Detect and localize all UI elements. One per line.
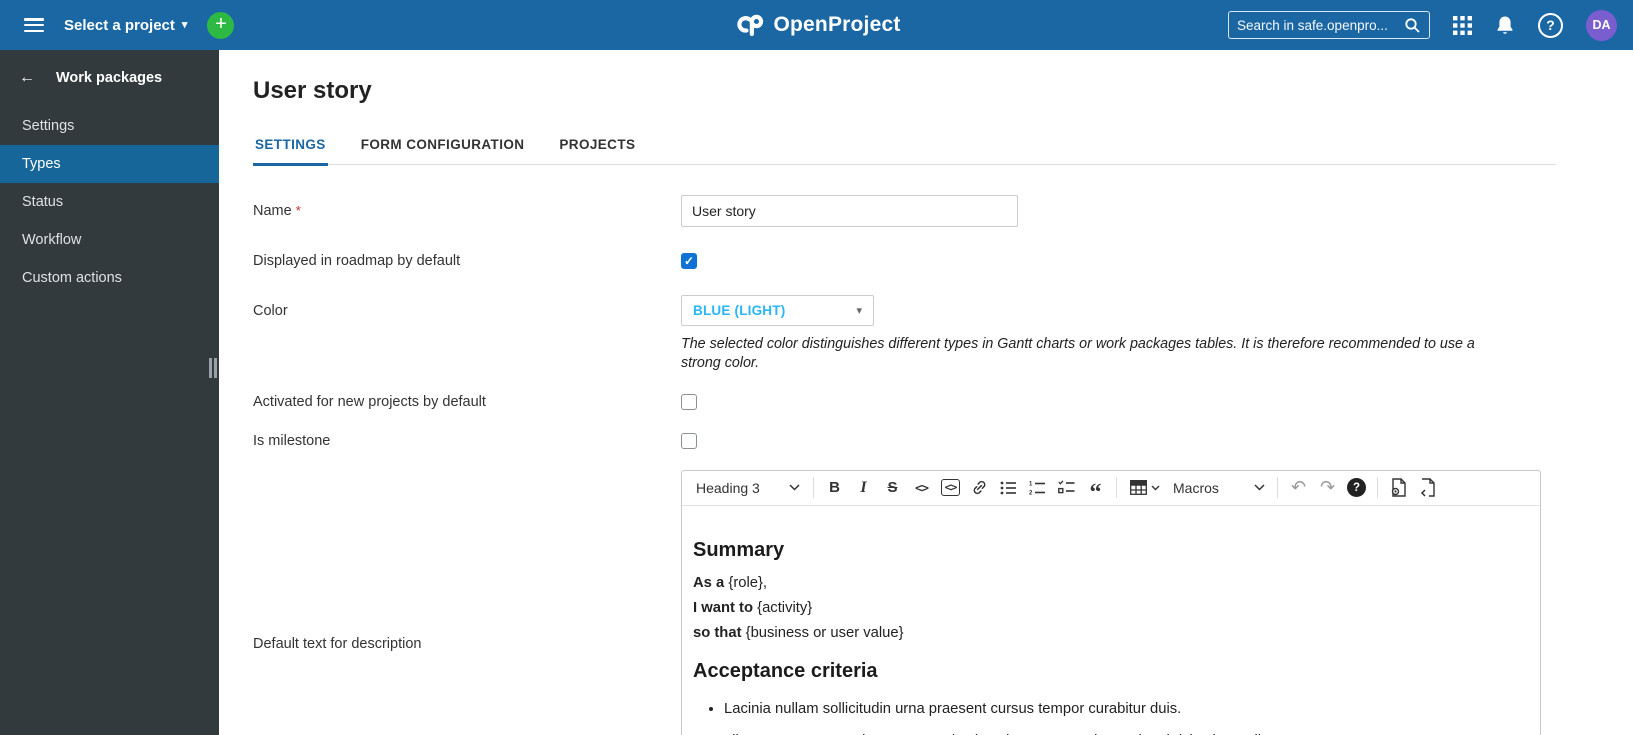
back-arrow-icon[interactable]: ← (19, 69, 35, 87)
list-item: Lacinia nullam sollicitudin urna praesen… (724, 699, 1529, 719)
editor-help-button[interactable]: ? (1342, 474, 1371, 502)
editor-heading-summary: Summary (693, 538, 785, 561)
color-help-text: The selected color distinguishes differe… (681, 336, 1475, 372)
search-icon[interactable] (1404, 17, 1421, 34)
global-search[interactable] (1228, 11, 1430, 39)
story-line: so that {business or user value} (693, 624, 904, 641)
insert-table-button[interactable] (1123, 474, 1167, 502)
logo[interactable]: OpenProject (732, 13, 900, 37)
hamburger-menu-icon[interactable] (24, 18, 44, 32)
color-label: Color (253, 303, 288, 319)
sidebar-title: Work packages (56, 70, 163, 86)
bold-button[interactable]: B (820, 474, 849, 502)
color-select[interactable]: BLUE (LIGHT) ▾ (681, 295, 874, 326)
name-label: Name * (253, 203, 301, 219)
sidebar-item-label: Custom actions (22, 270, 122, 286)
chevron-down-icon (789, 484, 800, 491)
user-avatar[interactable]: DA (1586, 9, 1617, 41)
link-button[interactable] (965, 474, 994, 502)
description-label: Default text for description (253, 635, 422, 652)
list-item: Libero maecenas orci arcu non molestie v… (724, 731, 1529, 735)
sidebar-item-label: Workflow (22, 232, 82, 248)
caret-down-icon: ▾ (856, 305, 862, 317)
caret-down-icon: ▾ (181, 18, 188, 31)
sidebar-item-workflow[interactable]: Workflow (0, 221, 219, 259)
italic-button[interactable]: I (849, 474, 878, 502)
openproject-logo-icon (732, 13, 764, 37)
code-block-button[interactable]: <> (936, 474, 965, 502)
rich-text-editor: Heading 3 B I S <> <> 1 2 “ Macros ↶ ↷ ?… (681, 469, 1541, 735)
tab-form-configuration[interactable]: FORM CONFIGURATION (359, 126, 527, 166)
bulleted-list-button[interactable] (994, 474, 1023, 502)
logo-text: OpenProject (773, 13, 901, 36)
sidebar-item-label: Settings (22, 118, 75, 134)
milestone-label: Is milestone (253, 432, 331, 449)
admin-sidebar: ← Work packages Settings Types Status Wo… (0, 50, 219, 735)
sidebar-item-settings[interactable]: Settings (0, 107, 219, 145)
sidebar-resize-handle[interactable] (209, 358, 217, 378)
story-line: I want to {activity} (693, 599, 813, 616)
check-icon: ✓ (683, 254, 695, 268)
markdown-source-button[interactable] (1413, 474, 1442, 502)
story-line: As a {role}, (693, 574, 768, 591)
sidebar-item-custom-actions[interactable]: Custom actions (0, 259, 219, 297)
activated-checkbox[interactable] (681, 393, 697, 410)
color-select-value: BLUE (LIGHT) (693, 303, 786, 318)
apps-grid-icon[interactable] (1453, 15, 1472, 35)
help-icon[interactable]: ? (1538, 12, 1563, 38)
top-bar: Select a project ▾ + OpenProject Search … (0, 0, 1633, 50)
editor-toolbar: Heading 3 B I S <> <> 1 2 “ Macros ↶ ↷ ? (682, 471, 1540, 506)
heading-style-value: Heading 3 (696, 479, 760, 496)
editor-content[interactable]: Summary As a {role}, I want to {activity… (682, 506, 1540, 735)
svg-text:1: 1 (1029, 482, 1033, 488)
acceptance-criteria-list: Lacinia nullam sollicitudin urna praesen… (693, 699, 1529, 735)
roadmap-checkbox[interactable]: ✓ (681, 253, 697, 269)
avatar-initials: DA (1592, 18, 1611, 32)
editor-heading-acceptance: Acceptance criteria (693, 659, 878, 682)
chevron-down-icon (1151, 485, 1160, 491)
undo-button[interactable]: ↶ (1284, 474, 1313, 502)
numbered-list-button[interactable]: 12 (1023, 474, 1052, 502)
roadmap-label: Displayed in roadmap by default (253, 253, 461, 269)
main-content: User story SETTINGS FORM CONFIGURATION P… (219, 50, 1633, 735)
redo-button[interactable]: ↷ (1313, 474, 1342, 502)
svg-text:2: 2 (1029, 491, 1033, 496)
sidebar-item-label: Types (22, 156, 61, 172)
activated-label: Activated for new projects by default (253, 393, 486, 410)
preview-button[interactable] (1384, 474, 1413, 502)
name-field[interactable] (681, 195, 1018, 227)
project-select-label: Select a project (64, 16, 175, 34)
chevron-down-icon (1254, 484, 1265, 491)
tab-projects[interactable]: PROJECTS (557, 126, 637, 166)
sidebar-item-label: Status (22, 194, 64, 210)
topbar-right-group: ? DA (1228, 9, 1617, 41)
page-title: User story (253, 77, 372, 104)
tab-settings[interactable]: SETTINGS (253, 126, 328, 166)
notifications-bell-icon[interactable] (1495, 15, 1515, 36)
project-select-dropdown[interactable]: Select a project ▾ (64, 17, 187, 34)
todo-list-button[interactable] (1052, 474, 1081, 502)
strikethrough-button[interactable]: S (878, 474, 907, 502)
type-settings-form: Name* Displayed in roadmap by default ✓ … (253, 195, 1633, 735)
sidebar-item-status[interactable]: Status (0, 183, 219, 221)
question-mark: ? (1546, 17, 1555, 33)
required-marker: * (295, 203, 301, 218)
tab-bar: SETTINGS FORM CONFIGURATION PROJECTS (253, 126, 1556, 166)
macros-label: Macros (1173, 479, 1219, 496)
search-input[interactable] (1237, 17, 1404, 33)
macros-dropdown[interactable]: Macros (1167, 471, 1271, 505)
milestone-checkbox[interactable] (681, 432, 697, 449)
sidebar-header: ← Work packages (0, 50, 219, 107)
block-quote-button[interactable]: “ (1081, 474, 1110, 506)
add-project-button[interactable]: + (207, 11, 235, 39)
plus-icon: + (215, 12, 227, 35)
topbar-left-group: Select a project ▾ + (16, 11, 235, 39)
heading-style-select[interactable]: Heading 3 (689, 471, 807, 505)
sidebar-item-types[interactable]: Types (0, 145, 219, 183)
inline-code-button[interactable]: <> (907, 474, 936, 502)
